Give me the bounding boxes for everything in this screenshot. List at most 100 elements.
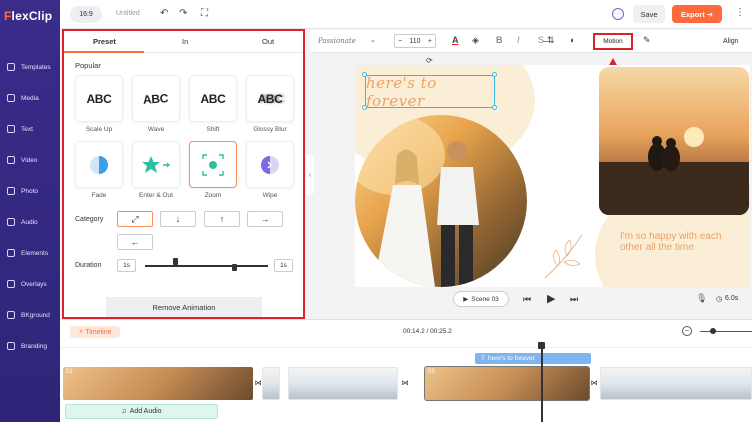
nav-templates[interactable]: Templates bbox=[0, 56, 60, 78]
nav-audio[interactable]: Audio bbox=[0, 211, 60, 233]
video-canvas[interactable]: here's to forever I'm so happy with each… bbox=[355, 65, 750, 287]
text-track-clip[interactable]: T here's to forever bbox=[475, 353, 591, 364]
timeline-time: 00:14.2 / 00:25.2 bbox=[403, 328, 452, 335]
opacity-icon[interactable]: ◐ bbox=[570, 35, 575, 45]
zoom-slider[interactable] bbox=[700, 331, 752, 332]
nav-text[interactable]: Text bbox=[0, 118, 60, 140]
text-icon bbox=[7, 125, 15, 133]
minus-icon[interactable]: − bbox=[398, 38, 402, 45]
comment-icon[interactable]: ··· bbox=[612, 8, 624, 20]
app-logo[interactable]: FlexClip bbox=[4, 9, 52, 23]
caption-text[interactable]: I'm so happy with each other all the tim… bbox=[620, 231, 740, 253]
preset-label: Scale Up bbox=[85, 126, 113, 133]
bold-icon[interactable]: B bbox=[496, 35, 503, 45]
nav-elements[interactable]: Elements bbox=[0, 242, 60, 264]
couple-sunset-photo[interactable] bbox=[599, 67, 749, 215]
preset-wave[interactable]: ABC bbox=[132, 75, 180, 122]
line-spacing-icon[interactable]: ⇅ bbox=[547, 35, 555, 46]
clip-scene-03[interactable]: 03 bbox=[424, 366, 590, 401]
zoom-slider-thumb[interactable] bbox=[710, 328, 716, 334]
nav-media[interactable]: Media bbox=[0, 87, 60, 109]
save-button[interactable]: Save bbox=[633, 5, 665, 23]
font-size-value[interactable]: 110 bbox=[409, 38, 420, 45]
preset-scale-up[interactable]: ABC bbox=[75, 75, 123, 122]
clip-scene-04[interactable] bbox=[600, 367, 752, 400]
resize-handle[interactable] bbox=[362, 105, 367, 110]
font-select[interactable]: Passionate bbox=[318, 37, 356, 45]
play-icon[interactable]: ▶ bbox=[547, 292, 555, 305]
add-audio-button[interactable]: ♫ Add Audio bbox=[65, 404, 218, 419]
timeline-ruler bbox=[60, 342, 752, 348]
duration-end[interactable]: 1s bbox=[274, 259, 293, 272]
left-nav: FlexClip Templates Media Text Video Phot… bbox=[0, 0, 60, 422]
project-title[interactable]: Untitled bbox=[116, 10, 140, 17]
preset-zoom[interactable] bbox=[189, 141, 237, 188]
previous-icon[interactable]: ⏮ bbox=[523, 294, 531, 305]
resize-handle[interactable] bbox=[492, 105, 497, 110]
duration-start[interactable]: 1s bbox=[117, 259, 136, 272]
title-text-selection[interactable]: here's to forever bbox=[365, 74, 495, 110]
fullscreen-icon[interactable]: ⛶ bbox=[201, 8, 208, 19]
tab-preset[interactable]: Preset bbox=[93, 37, 116, 46]
overlays-icon bbox=[7, 280, 15, 288]
text-color-icon[interactable]: A bbox=[452, 35, 459, 45]
preset-enter-out[interactable] bbox=[132, 141, 180, 188]
remove-animation-button[interactable]: Remove Animation bbox=[106, 297, 262, 317]
strikethrough-icon[interactable]: S bbox=[538, 35, 544, 45]
title-text[interactable]: here's to forever bbox=[366, 74, 494, 110]
category-up-button[interactable]: ↑ bbox=[204, 211, 240, 227]
category-right-button[interactable]: → bbox=[247, 211, 283, 227]
undo-icon[interactable]: ↶ bbox=[160, 8, 168, 19]
zoom-out-icon[interactable]: − bbox=[682, 326, 692, 336]
category-left-button[interactable]: ← bbox=[117, 234, 153, 250]
preset-label: Fade bbox=[91, 192, 107, 199]
aspect-ratio-button[interactable]: 16:9 bbox=[70, 6, 102, 23]
tab-in[interactable]: In bbox=[182, 37, 188, 46]
music-note-icon: ♫ bbox=[121, 408, 127, 415]
preset-wipe[interactable] bbox=[246, 141, 294, 188]
edit-pen-icon[interactable]: ✎ bbox=[643, 35, 651, 46]
plus-icon[interactable]: + bbox=[428, 38, 432, 45]
timeline-toggle[interactable]: ⚡ Timeline bbox=[70, 326, 120, 338]
playhead[interactable] bbox=[541, 344, 543, 422]
align-button[interactable]: Align bbox=[723, 38, 739, 45]
preset-fade[interactable] bbox=[75, 141, 123, 188]
tab-out[interactable]: Out bbox=[262, 37, 274, 46]
nav-photo[interactable]: Photo bbox=[0, 180, 60, 202]
nav-background[interactable]: BKground bbox=[0, 304, 60, 326]
rotate-icon[interactable]: ⟳ bbox=[426, 56, 433, 65]
font-size-stepper[interactable]: − 110 + bbox=[394, 34, 436, 48]
microphone-icon[interactable]: 🎙 bbox=[696, 293, 707, 304]
scene-button[interactable]: ▶ Scene 03 bbox=[453, 291, 509, 307]
nav-branding[interactable]: Branding bbox=[0, 335, 60, 357]
next-icon[interactable]: ⏭ bbox=[570, 294, 578, 305]
export-button[interactable]: Export ➜ bbox=[672, 5, 722, 23]
preset-shift[interactable]: ABC bbox=[189, 75, 237, 122]
motion-button[interactable]: Motion bbox=[593, 33, 633, 50]
transition-icon[interactable]: ⋈ bbox=[590, 379, 598, 387]
resize-handle[interactable] bbox=[362, 72, 367, 77]
resize-handle[interactable] bbox=[492, 72, 497, 77]
more-icon[interactable]: ⋮ bbox=[735, 7, 745, 18]
clip-scene-01[interactable]: 01 bbox=[63, 367, 253, 400]
duration-end-handle[interactable] bbox=[232, 264, 237, 271]
category-zoom-button[interactable]: ⤢ bbox=[117, 211, 153, 227]
chevron-down-icon[interactable]: ⌄ bbox=[370, 36, 376, 44]
italic-icon[interactable]: I bbox=[517, 35, 520, 45]
duration-slider[interactable] bbox=[145, 265, 268, 267]
nav-video[interactable]: Video bbox=[0, 149, 60, 171]
duration-start-handle[interactable] bbox=[173, 258, 178, 265]
nav-overlays[interactable]: Overlays bbox=[0, 273, 60, 295]
scene-duration[interactable]: 6.0s bbox=[725, 295, 738, 302]
collapse-panel-handle[interactable]: ‹ bbox=[306, 155, 314, 195]
clip-scene-02a[interactable] bbox=[262, 367, 280, 400]
preset-glossy-blur[interactable]: ABC bbox=[246, 75, 294, 122]
redo-icon[interactable]: ↷ bbox=[179, 8, 187, 19]
clip-scene-02[interactable] bbox=[288, 367, 398, 400]
category-down-button[interactable]: ↓ bbox=[160, 211, 196, 227]
timer-icon: ◷ bbox=[716, 296, 723, 303]
transition-icon[interactable]: ⋈ bbox=[401, 379, 409, 387]
wedding-couple-photo[interactable] bbox=[355, 115, 527, 287]
highlight-icon[interactable]: ◈ bbox=[472, 35, 479, 46]
transition-icon[interactable]: ⋈ bbox=[254, 379, 262, 387]
